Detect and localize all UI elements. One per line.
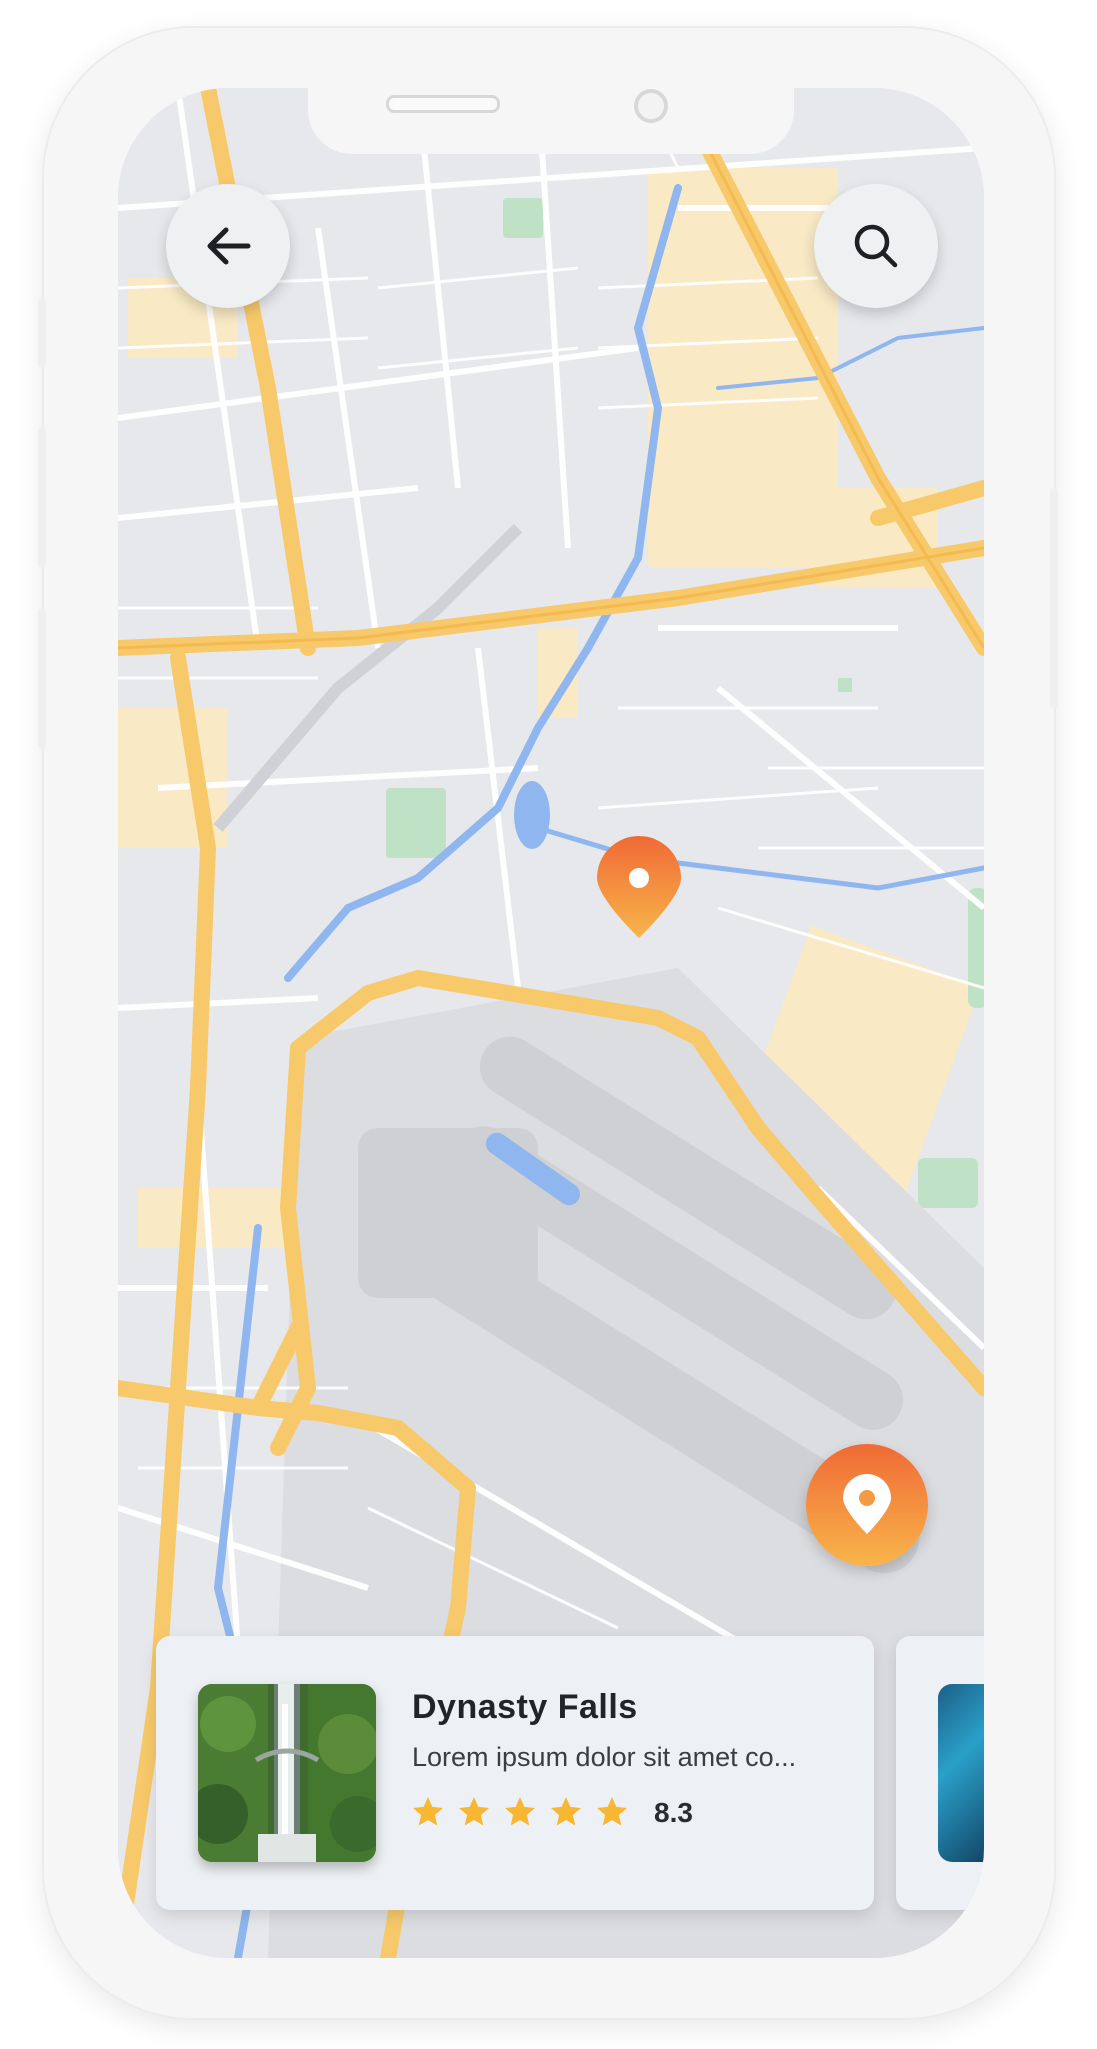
star-icon [551,1797,581,1826]
search-icon [854,224,898,268]
star-icon [459,1797,489,1826]
place-thumbnail [198,1684,376,1862]
power-button [1050,488,1058,708]
front-camera [634,89,668,123]
volume-up-button [38,428,46,568]
next-place-card[interactable] [896,1636,984,1910]
star-icon [505,1797,535,1826]
back-button[interactable] [166,184,290,308]
next-place-thumbnail [938,1684,984,1862]
map-pin-icon [843,1474,891,1534]
star-icon [597,1797,627,1826]
phone-notch [308,88,794,154]
map-pin-icon[interactable] [595,836,683,940]
current-location-marker[interactable] [806,1444,928,1566]
place-card[interactable]: Dynasty Falls Lorem ipsum dolor sit amet… [156,1636,874,1910]
place-title: Dynasty Falls [412,1688,638,1726]
place-description: Lorem ipsum dolor sit amet co... [412,1742,797,1772]
search-button[interactable] [814,184,938,308]
volume-down-button [38,608,46,748]
mute-switch [38,298,46,368]
star-rating [410,1794,630,1830]
star-icon [413,1797,443,1826]
earpiece-speaker [386,95,500,113]
app-screen: Dynasty Falls Lorem ipsum dolor sit amet… [118,88,984,1958]
arrow-left-icon [207,227,251,265]
rating-value: 8.3 [654,1797,693,1828]
